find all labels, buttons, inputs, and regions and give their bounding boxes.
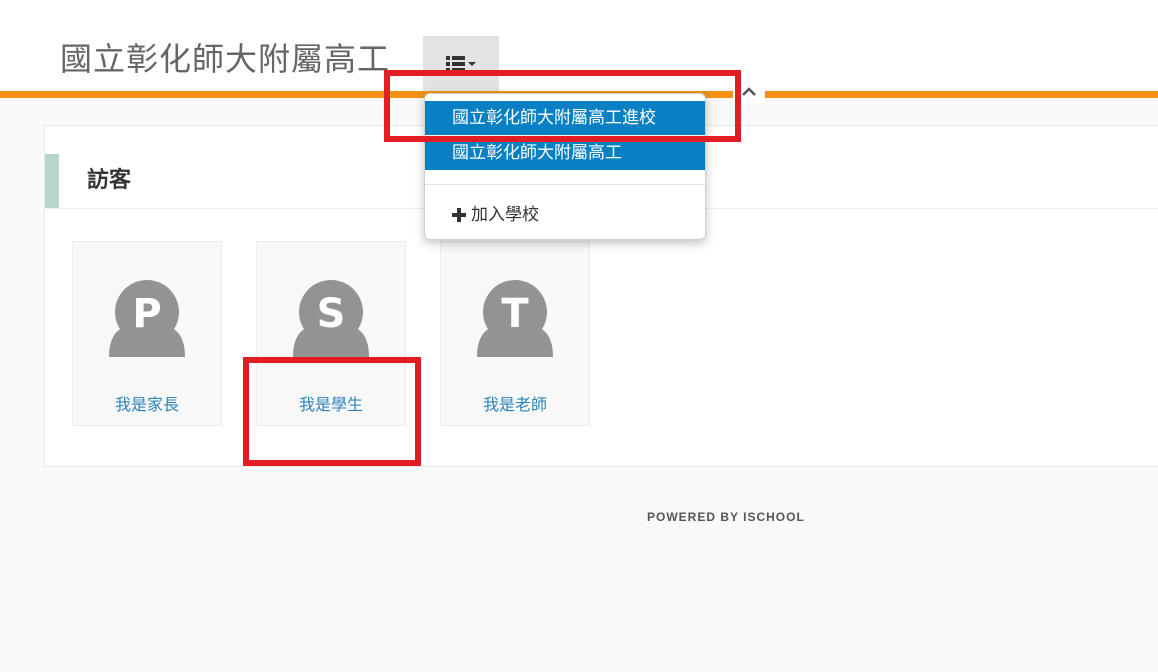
add-school-label: 加入學校	[471, 205, 539, 225]
annotation-highlight-student	[243, 357, 421, 466]
avatar-letter: S	[317, 291, 346, 337]
role-card-parent[interactable]: P 我是家長	[72, 241, 222, 426]
role-label-teacher[interactable]: 我是老師	[441, 394, 589, 416]
avatar-letter: P	[132, 291, 161, 337]
teacher-avatar-icon: T	[477, 280, 553, 357]
role-label-parent[interactable]: 我是家長	[73, 394, 221, 416]
plus-icon	[452, 208, 466, 222]
add-school-link[interactable]: 加入學校	[451, 203, 539, 227]
powered-by-text: POWERED BY ISCHOOL	[647, 510, 805, 524]
role-card-teacher[interactable]: T 我是老師	[440, 241, 590, 426]
section-accent-bar	[45, 154, 59, 208]
annotation-highlight-dropdown-item	[384, 70, 741, 142]
parent-avatar-icon: P	[109, 280, 185, 357]
student-avatar-icon: S	[293, 280, 369, 357]
dropdown-divider	[425, 184, 705, 185]
school-title[interactable]: 國立彰化師大附屬高工	[60, 38, 390, 80]
caret-down-icon	[468, 61, 476, 66]
section-title: 訪客	[87, 168, 132, 193]
chevron-up-icon	[742, 87, 756, 96]
avatar-letter: T	[501, 291, 529, 337]
